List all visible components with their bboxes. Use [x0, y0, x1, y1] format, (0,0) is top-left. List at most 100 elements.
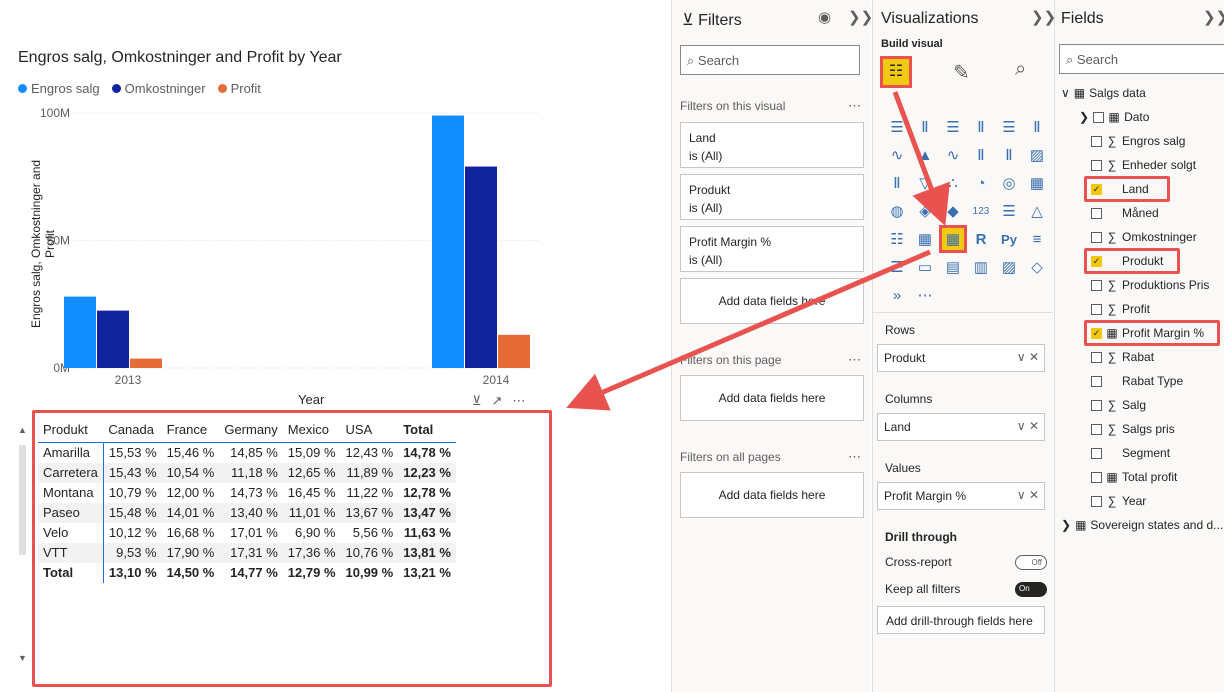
funnel-icon[interactable]: ▽ [911, 169, 939, 197]
get-more-visuals-icon[interactable]: ⋯ [911, 281, 939, 309]
field-checkbox[interactable] [1091, 447, 1102, 459]
matrix-header-cell[interactable]: Mexico [282, 418, 341, 443]
field-checkbox[interactable] [1091, 303, 1102, 315]
analytics-icon[interactable]: ⌕ [1015, 58, 1026, 81]
field-item[interactable]: ▦ Total profit [1091, 470, 1177, 484]
field-checkbox[interactable] [1091, 351, 1102, 363]
format-visual-icon[interactable]: ✎ [953, 60, 970, 85]
matrix-row[interactable]: Montana 10,79 % 12,00 % 14,73 % 16,45 % 11,22… [38, 482, 456, 503]
treemap-icon[interactable]: ▦ [1023, 169, 1051, 197]
collapse-fields-icon[interactable]: ❯❯ [1203, 8, 1224, 26]
narrative-icon[interactable]: ▤ [939, 253, 967, 281]
ribbon-chart-icon[interactable]: ▨ [1023, 141, 1051, 169]
fields-search-input[interactable]: ⌕ Search [1059, 44, 1224, 74]
all-add-fields-dropzone[interactable]: Add data fields here [680, 472, 864, 518]
field-item[interactable]: ∑ Salg [1091, 398, 1146, 412]
expand-chevron-icon[interactable]: ❯ [1079, 110, 1089, 124]
stacked-column-icon[interactable]: Ⅱ [911, 113, 939, 141]
page-add-fields-dropzone[interactable]: Add data fields here [680, 375, 864, 421]
more-options-icon[interactable]: ⋯ [512, 393, 525, 409]
focus-mode-icon[interactable]: ↗ [492, 393, 503, 409]
expand-chevron-icon[interactable]: ∨ [1061, 86, 1070, 100]
filter-card-produkt[interactable]: Produkt is (All) [680, 174, 864, 220]
slicer-icon[interactable]: ☷ [883, 225, 911, 253]
more-visuals-chevron-icon[interactable]: » [883, 281, 911, 309]
table-salgs-data[interactable]: ∨ ▦ Salgs data [1061, 86, 1146, 100]
build-visual-icon[interactable]: ☷ [880, 56, 912, 88]
shape-map-icon[interactable]: ◆ [939, 197, 967, 225]
scatter-icon[interactable]: ∴ [939, 169, 967, 197]
field-checkbox[interactable] [1091, 495, 1102, 507]
legend-item-profit[interactable]: Profit [217, 81, 261, 96]
filters-search-input[interactable]: ⌕ Search [680, 45, 860, 75]
matrix-table[interactable]: Produkt Canada France Germany Mexico USA Total… [38, 418, 456, 583]
stacked-area-icon[interactable]: ∿ [939, 141, 967, 169]
matrix-header-cell[interactable]: USA [340, 418, 399, 443]
line-column-icon[interactable]: Ⅱ [967, 141, 995, 169]
matrix-row[interactable]: Amarilla 15,53 % 15,46 % 14,85 % 15,09 % 12,4… [38, 442, 456, 463]
values-well[interactable]: Profit Margin % ∨ ✕ [877, 482, 1045, 510]
bar-omkostninger-2014[interactable] [465, 166, 497, 368]
pie-chart-icon[interactable]: ◔ [967, 169, 995, 197]
filter-card-profit-margin[interactable]: Profit Margin % is (All) [680, 226, 864, 272]
field-item[interactable]: ∑ Profit [1091, 302, 1150, 316]
bar-engros-salg-2014[interactable] [432, 115, 464, 368]
table-scrollbar[interactable]: ▲ ▼ [18, 425, 27, 670]
eye-icon[interactable]: ◉ [818, 8, 831, 26]
field-item[interactable]: ∑ Salgs pris [1091, 422, 1175, 436]
field-item[interactable]: ∑ Rabat [1091, 350, 1154, 364]
all-filters-more-icon[interactable]: ⋯ [848, 449, 861, 465]
bar-omkostninger-2013[interactable] [97, 310, 129, 368]
map-icon[interactable]: ◍ [883, 197, 911, 225]
matrix-row[interactable]: Paseo 15,48 % 14,01 % 13,40 % 11,01 % 13,67 %… [38, 502, 456, 523]
clustered-bar-icon[interactable]: ☰ [939, 113, 967, 141]
columns-well[interactable]: Land ∨ ✕ [877, 413, 1045, 441]
field-checkbox[interactable] [1091, 207, 1102, 219]
filter-card-land[interactable]: Land is (All) [680, 122, 864, 168]
field-checkbox[interactable] [1091, 159, 1102, 171]
matrix-row[interactable]: Carretera 15,43 % 10,54 % 11,18 % 12,65 % 11,… [38, 462, 456, 483]
power-apps-icon[interactable]: ▨ [995, 253, 1023, 281]
area-chart-icon[interactable]: ▲ [911, 141, 939, 169]
field-checkbox[interactable] [1091, 471, 1102, 483]
donut-chart-icon[interactable]: ◎ [995, 169, 1023, 197]
matrix-header-cell[interactable]: Produkt [38, 418, 104, 443]
table-sovereign-states[interactable]: ❯ ▦ Sovereign states and d... [1061, 518, 1223, 532]
bar-profit-2014[interactable] [498, 334, 530, 368]
multi-row-card-icon[interactable]: ☰ [995, 197, 1023, 225]
bar-engros-salg-2013[interactable] [64, 296, 96, 368]
matrix-header-cell[interactable]: France [161, 418, 220, 443]
line-chart-icon[interactable]: ∿ [883, 141, 911, 169]
expand-chevron-icon[interactable]: ❯ [1061, 518, 1071, 532]
field-checkbox[interactable] [1091, 231, 1102, 243]
field-item[interactable]: ∑ Engros salg [1091, 134, 1185, 148]
matrix-header-cell[interactable]: Germany [219, 418, 283, 443]
clustered-column-icon[interactable]: Ⅱ [967, 113, 995, 141]
stacked-bar-icon[interactable]: ☰ [883, 113, 911, 141]
matrix-header-cell[interactable]: Canada [103, 418, 162, 443]
field-item[interactable]: ∑ Enheder solgt [1091, 158, 1196, 172]
field-item[interactable]: Rabat Type [1091, 374, 1183, 388]
matrix-row[interactable]: VTT 9,53 % 17,90 % 17,31 % 17,36 % 10,76 % 13,… [38, 542, 456, 563]
page-filters-more-icon[interactable]: ⋯ [848, 352, 861, 368]
field-item[interactable]: ❯ ▦ Dato [1079, 110, 1149, 124]
cross-report-toggle[interactable]: Off [1015, 555, 1047, 570]
bar-profit-2013[interactable] [130, 358, 162, 368]
drill-through-dropzone[interactable]: Add drill-through fields here [877, 606, 1045, 634]
visual-add-fields-dropzone[interactable]: Add data fields here [680, 278, 864, 324]
r-visual-icon[interactable]: R [967, 225, 995, 253]
decomposition-tree-icon[interactable]: ☰ [883, 253, 911, 281]
filled-map-icon[interactable]: ◈ [911, 197, 939, 225]
waterfall-icon[interactable]: Ⅱ [883, 169, 911, 197]
card-icon[interactable]: 123 [967, 197, 995, 225]
kpi-icon[interactable]: △ [1023, 197, 1051, 225]
field-checkbox[interactable] [1091, 135, 1102, 147]
matrix-row[interactable]: Velo 10,12 % 16,68 % 17,01 % 6,90 % 5,56 % 11,… [38, 522, 456, 543]
qa-icon[interactable]: ▭ [911, 253, 939, 281]
field-checkbox[interactable] [1091, 423, 1102, 435]
field-item[interactable]: ∑ Year [1091, 494, 1146, 508]
filter-icon[interactable]: ⊻ [472, 393, 482, 409]
line-clustered-icon[interactable]: Ⅱ [995, 141, 1023, 169]
matrix-icon[interactable]: ▦ [939, 225, 967, 253]
100-stacked-column-icon[interactable]: Ⅱ [1023, 113, 1051, 141]
